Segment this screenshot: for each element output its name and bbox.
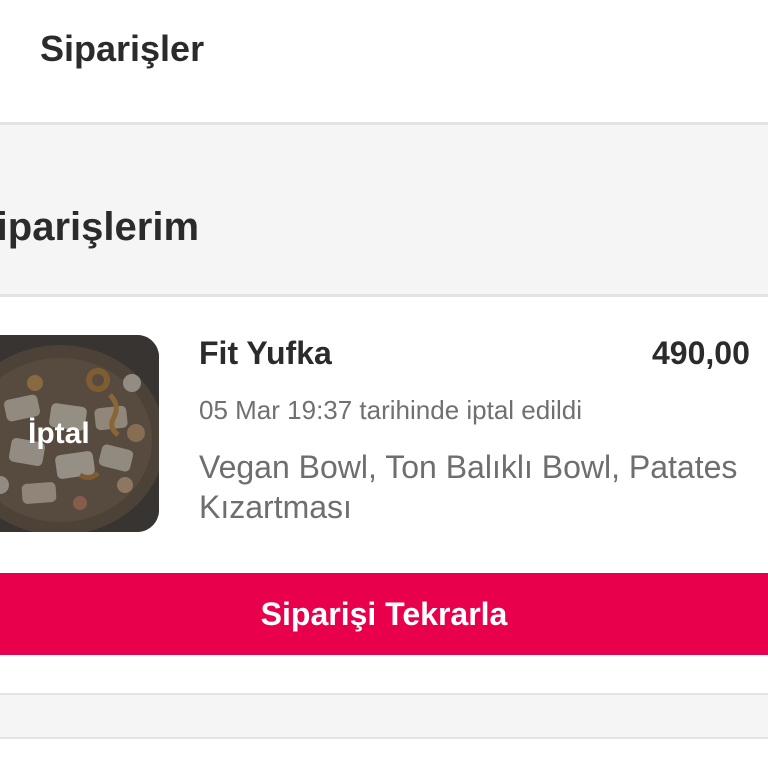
page-title: Siparişler	[40, 28, 205, 69]
restaurant-name: Fit Yufka	[199, 335, 332, 371]
cancelled-badge: İptal	[28, 417, 90, 450]
section-header: Siparişlerim	[0, 125, 768, 297]
order-card[interactable]: İptal Fit Yufka 490,00 05 Mar 19:37 tari…	[0, 297, 768, 693]
reorder-button[interactable]: Siparişi Tekrarla	[0, 573, 768, 655]
list-separator	[0, 693, 768, 739]
order-thumbnail: İptal	[0, 335, 159, 532]
top-header: Siparişler	[0, 0, 768, 125]
orders-screen: Siparişler Siparişlerim	[0, 0, 768, 768]
order-items: Vegan Bowl, Ton Balıklı Bowl, Patates Kı…	[199, 449, 738, 525]
section-title: Siparişlerim	[0, 205, 200, 249]
next-card-edge	[0, 739, 768, 768]
order-price: 490,00	[652, 335, 750, 371]
reorder-button-label: Siparişi Tekrarla	[260, 595, 508, 632]
order-status: 05 Mar 19:37 tarihinde iptal edildi	[199, 395, 583, 425]
